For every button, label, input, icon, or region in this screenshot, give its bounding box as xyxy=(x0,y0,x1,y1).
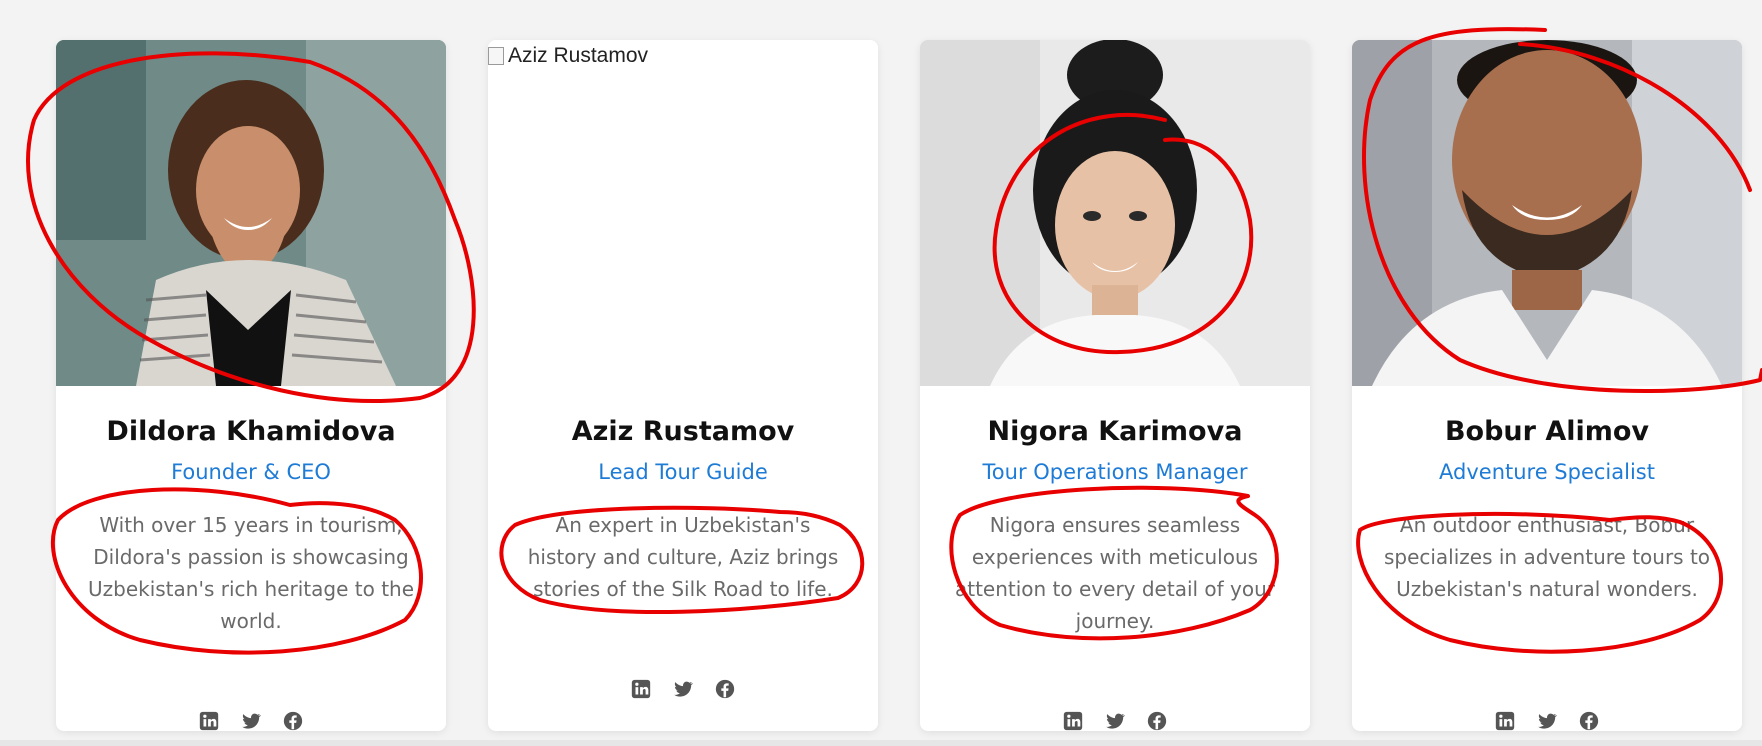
woman-hair-bun-photo xyxy=(920,40,1310,386)
member-photo-broken: Aziz Rustamov xyxy=(488,40,878,386)
linkedin-icon[interactable] xyxy=(198,710,220,731)
facebook-icon[interactable] xyxy=(1578,710,1600,731)
member-name: Bobur Alimov xyxy=(1444,416,1650,447)
linkedin-icon[interactable] xyxy=(1062,710,1084,731)
photo-alt-label: Aziz Rustamov xyxy=(508,44,649,67)
member-photo xyxy=(1352,40,1742,386)
member-role: Tour Operations Manager xyxy=(982,460,1248,484)
member-role: Lead Tour Guide xyxy=(598,460,768,484)
member-photo xyxy=(56,40,446,386)
page-bottom-divider xyxy=(0,740,1762,746)
facebook-icon[interactable] xyxy=(282,710,304,731)
member-bio: An expert in Uzbekistan's history and cu… xyxy=(527,513,839,601)
social-links xyxy=(56,710,446,731)
member-role: Founder & CEO xyxy=(171,460,331,484)
linkedin-icon[interactable] xyxy=(630,678,652,700)
twitter-icon[interactable] xyxy=(672,678,694,700)
twitter-icon[interactable] xyxy=(1104,710,1126,731)
facebook-icon[interactable] xyxy=(714,678,736,700)
broken-image-icon xyxy=(488,47,504,65)
member-name: Nigora Karimova xyxy=(987,416,1243,447)
member-bio: With over 15 years in tourism, Dildora's… xyxy=(87,513,415,633)
team-card-nigora: Nigora Karimova Tour Operations Manager … xyxy=(920,40,1310,731)
member-name: Dildora Khamidova xyxy=(106,416,396,447)
member-bio: Nigora ensures seamless experiences with… xyxy=(954,513,1276,633)
image-alt-text: Aziz Rustamov xyxy=(488,44,648,68)
social-links xyxy=(1352,710,1742,731)
twitter-icon[interactable] xyxy=(240,710,262,731)
social-links xyxy=(920,710,1310,731)
man-beard-smiling-photo xyxy=(1352,40,1742,386)
member-role: Adventure Specialist xyxy=(1439,460,1655,484)
member-photo xyxy=(920,40,1310,386)
woman-curly-hair-photo xyxy=(56,40,446,386)
team-card-bobur: Bobur Alimov Adventure Specialist An out… xyxy=(1352,40,1742,731)
social-links xyxy=(488,678,878,700)
member-name: Aziz Rustamov xyxy=(571,416,795,447)
team-grid: Dildora Khamidova Founder & CEO With ove… xyxy=(0,0,1762,746)
twitter-icon[interactable] xyxy=(1536,710,1558,731)
team-card-dildora: Dildora Khamidova Founder & CEO With ove… xyxy=(56,40,446,731)
facebook-icon[interactable] xyxy=(1146,710,1168,731)
team-card-aziz: Aziz Rustamov Aziz Rustamov Lead Tour Gu… xyxy=(488,40,878,731)
member-bio: An outdoor enthusiast, Bobur specializes… xyxy=(1383,513,1711,601)
linkedin-icon[interactable] xyxy=(1494,710,1516,731)
